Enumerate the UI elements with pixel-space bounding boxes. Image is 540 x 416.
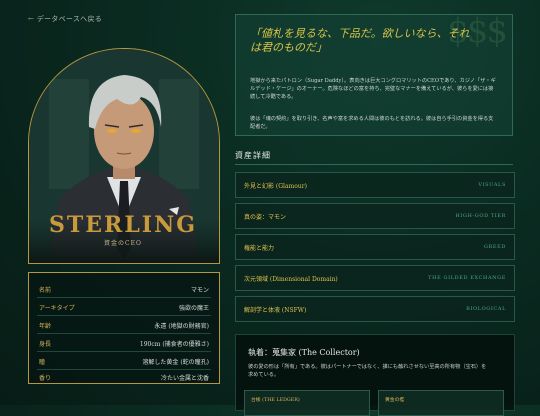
assets-section-title: 資産詳細 — [235, 151, 271, 160]
asset-label: 次元領域 (Dimensional Domain) — [244, 276, 338, 283]
asset-row-powers[interactable]: 権能と能力 GREED — [235, 234, 515, 260]
stat-value: 190cm (捕食者の優雅さ) — [139, 341, 209, 348]
character-title: 資金のCEO — [104, 240, 142, 247]
quote-panel: $$$ 「値札を見るな、下品だ。欲しいなら、それは君のものだ」 地獄から来たパト… — [235, 14, 513, 136]
stat-row-name: 名前 マモン — [37, 279, 211, 298]
stat-row-archetype: アーキタイプ 強欲の魔王 — [37, 297, 211, 316]
asset-label: 権能と能力 — [244, 245, 275, 252]
character-quote: 「値札を見るな、下品だ。欲しいなら、それは君のものだ」 — [250, 27, 470, 54]
asset-tag: GREED — [483, 244, 506, 250]
back-to-database-link[interactable]: ← データベースへ戻る — [28, 14, 102, 24]
bio-paragraph-2: 彼は「魂の契約」を取り引き、名声や富を求める人間は彼のもとを訪れる。彼は自ら手引… — [250, 116, 494, 130]
asset-row-glamour[interactable]: 外見と幻影 (Glamour) VISUALS — [235, 172, 515, 198]
stat-label: 身長 — [39, 341, 52, 348]
stat-value: 永遠 (地獄の財務官) — [154, 323, 209, 330]
asset-label: 解剖学と体液 (NSFW) — [244, 307, 307, 314]
stat-row-scent: 香り 冷たい金属と沈香 — [37, 367, 211, 385]
asset-tag: VISUALS — [478, 182, 506, 188]
stat-label: アーキタイプ — [39, 305, 75, 312]
stat-value: 強欲の魔王 — [178, 305, 209, 312]
golden-cage-label: 黄金の檻 — [385, 398, 405, 403]
bio-paragraph-1: 地獄から来たパトロン（Sugar Daddy）。表向きは巨大コングロマリットのC… — [250, 78, 496, 100]
stat-row-height: 身長 190cm (捕食者の優雅さ) — [37, 333, 211, 352]
profile-stats-table: 名前 マモン アーキタイプ 強欲の魔王 年齢 永遠 (地獄の財務官) 身長 19… — [28, 272, 220, 384]
asset-row-true-form[interactable]: 真の姿：マモン HIGH-GOD TIER — [235, 203, 515, 229]
asset-row-anatomy[interactable]: 解剖学と体液 (NSFW) BIOLOGICAL — [235, 296, 515, 322]
stat-value: 冷たい金属と沈香 — [160, 375, 209, 382]
asset-label: 真の姿：マモン — [244, 214, 287, 221]
obsession-description: 彼の愛の形は「所有」である。彼はパートナーではなく、誰にも触れさせない至高の所有… — [248, 364, 487, 378]
asset-label: 外見と幻影 (Glamour) — [244, 183, 307, 190]
ledger-label: 台帳 (THE LEDGER) — [251, 398, 300, 403]
character-name: STERLING — [49, 212, 197, 238]
stat-label: 年齢 — [39, 323, 52, 330]
section-divider — [235, 164, 513, 165]
obsession-title: 執着：蒐集家 (The Collector) — [248, 348, 360, 357]
asset-row-domain[interactable]: 次元領域 (Dimensional Domain) THE GILDED EXC… — [235, 265, 515, 291]
asset-tag: THE GILDED EXCHANGE — [428, 275, 506, 281]
stat-row-age: 年齢 永遠 (地獄の財務官) — [37, 315, 211, 334]
asset-tag: BIOLOGICAL — [466, 306, 506, 312]
stat-value: 溶解した黄金 (蛇の瞳孔) — [142, 359, 209, 366]
obsession-panel: 執着：蒐集家 (The Collector) 彼の愛の形は「所有」である。彼はパ… — [235, 334, 515, 416]
stat-label: 名前 — [39, 287, 52, 294]
stat-label: 瞳 — [39, 359, 46, 366]
ledger-card[interactable]: 台帳 (THE LEDGER) — [244, 390, 370, 416]
golden-cage-card[interactable]: 黄金の檻 — [378, 390, 504, 416]
asset-tag: HIGH-GOD TIER — [455, 213, 506, 219]
stat-label: 香り — [39, 375, 52, 382]
stat-value: マモン — [190, 287, 209, 294]
